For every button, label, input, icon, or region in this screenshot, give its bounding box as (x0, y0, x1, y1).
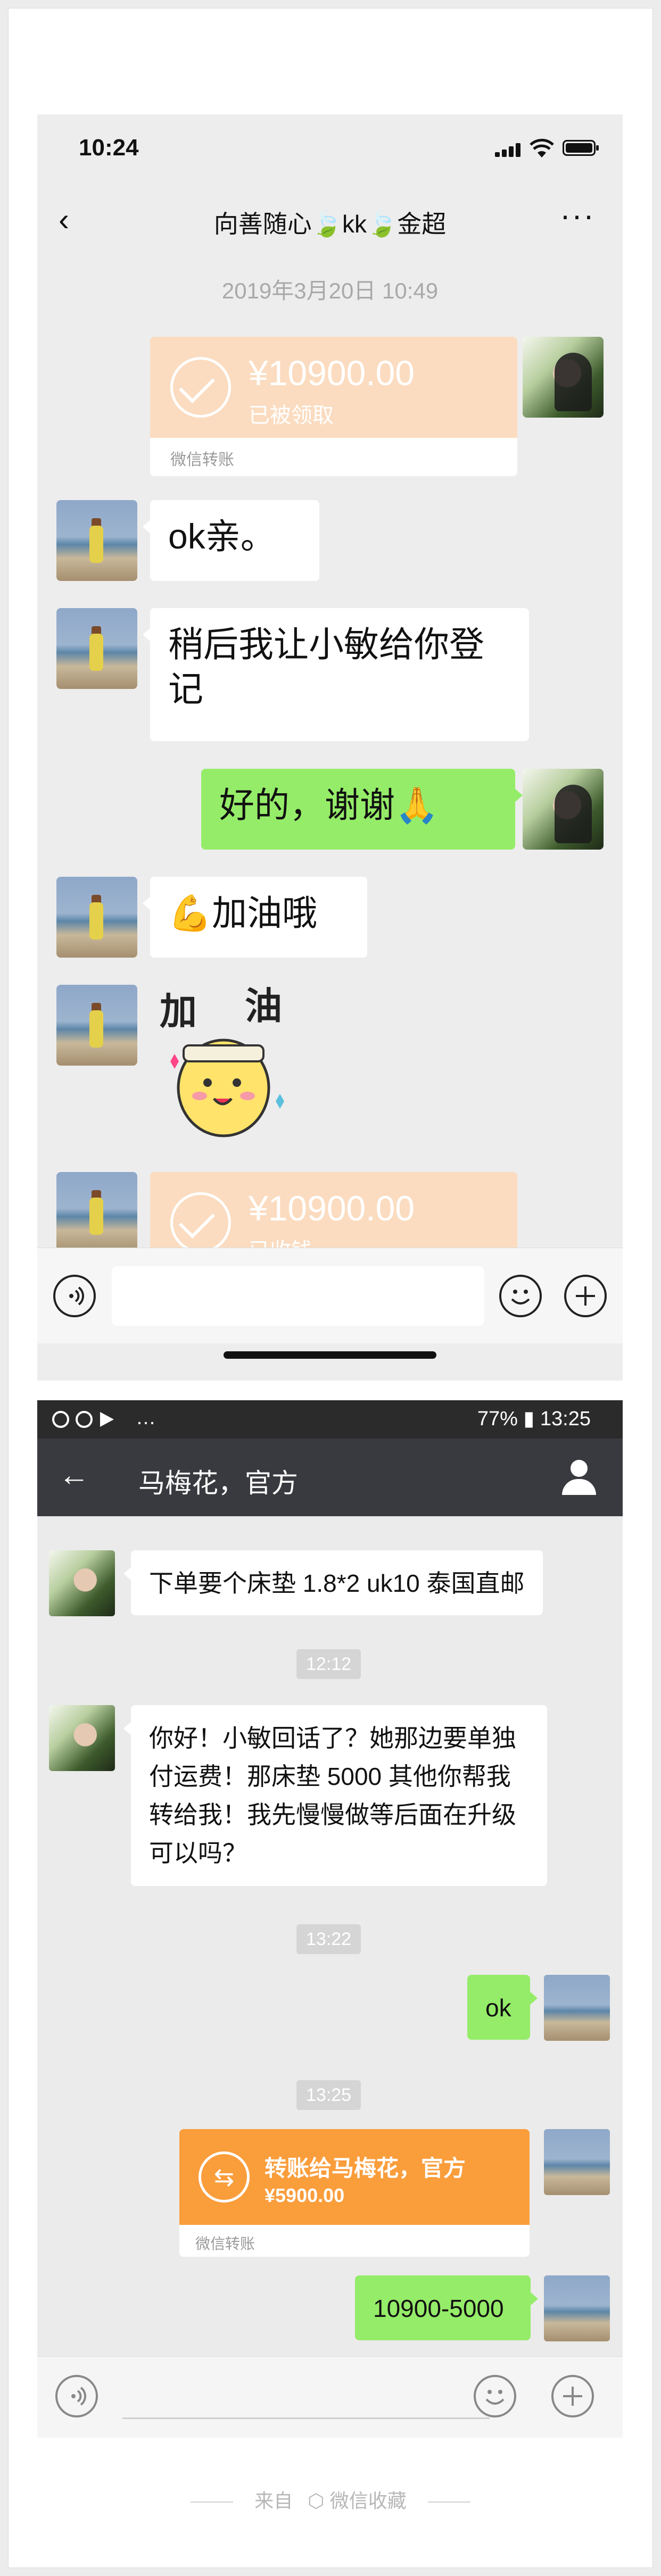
sticker-char: 油 (245, 984, 282, 1028)
avatar-contact[interactable] (56, 985, 137, 1066)
avatar-contact[interactable] (56, 608, 137, 689)
status-right: 77% ▮ 13:25 (477, 1408, 591, 1430)
time-label: 12:12 (296, 1649, 361, 1679)
timestamp: 2019年3月20日 10:49 (221, 278, 439, 303)
plus-icon[interactable] (551, 2375, 594, 2417)
source-app: 微信收藏 (329, 2490, 407, 2512)
sticker-char: 加 (160, 990, 197, 1033)
chat-header: ‹ 向善随心🍃kk🍃金超 ··· (37, 184, 623, 253)
voice-icon[interactable] (53, 1275, 96, 1317)
message-input[interactable] (112, 1266, 484, 1326)
transfer-footer: 微信转账 (195, 2236, 255, 2252)
chat-header: ← 马梅花，官方 (37, 1439, 623, 1516)
transfer-title: 转账给马梅花，官方 (265, 2156, 466, 2181)
message-bubble-self[interactable]: 好的，谢谢🙏 (201, 769, 523, 850)
user-profile-icon[interactable] (562, 1460, 596, 1495)
transfer-amount: ¥5900.00 (265, 2184, 345, 2206)
status-time: 10:24 (79, 135, 139, 161)
battery-icon (563, 140, 599, 156)
sticker-image[interactable]: 加 油 (154, 982, 298, 1141)
transfer-status: 已被领取 (249, 404, 334, 427)
wifi-icon (530, 138, 554, 157)
message-input[interactable] (122, 2417, 490, 2419)
avatar-self[interactable] (544, 1975, 610, 2041)
check-icon (170, 357, 231, 418)
transfer-amount: ¥10900.00 (249, 353, 415, 393)
transfer-card[interactable]: ⇆ 转账给马梅花，官方 ¥5900.00 微信转账 (179, 2129, 530, 2257)
signal-icon (495, 143, 522, 157)
message-bubble[interactable]: 你好！小敏回话了？她那边要单独付运费！那床垫 5000 其他你帮我转给我！我先慢… (123, 1705, 547, 1886)
favorites-icon: ⬡ (308, 2490, 325, 2512)
avatar-contact[interactable] (56, 500, 137, 581)
input-bar (37, 1248, 623, 1343)
chat-title: 向善随心🍃kk🍃金超 (213, 210, 447, 238)
time-label: 13:25 (296, 2080, 361, 2110)
transfer-amount: ¥10900.00 (249, 1189, 415, 1228)
avatar-self[interactable] (523, 769, 604, 850)
plus-icon[interactable] (564, 1275, 607, 1317)
emoji-icon[interactable] (499, 1275, 542, 1317)
avatar-contact[interactable] (56, 1172, 137, 1253)
input-bar (37, 2356, 623, 2438)
transfer-icon: ⇆ (199, 2151, 250, 2203)
chat-title: 马梅花，官方 (138, 1468, 298, 1498)
avatar-contact[interactable] (49, 1550, 115, 1616)
more-icon[interactable]: ··· (560, 200, 595, 231)
divider (427, 2502, 470, 2503)
transfer-card-sent[interactable]: ¥10900.00 已被领取 微信转账 (150, 337, 517, 476)
notification-icons (52, 1411, 114, 1428)
emoji-icon[interactable] (474, 2375, 516, 2417)
voice-icon[interactable] (55, 2375, 98, 2417)
message-bubble[interactable]: 💪加油哦 (143, 877, 367, 958)
divider (191, 2502, 234, 2503)
status-bar: 10:24 (37, 114, 623, 184)
avatar-self[interactable] (523, 337, 604, 418)
message-bubble-self[interactable]: ok (467, 1975, 538, 2040)
status-bar: … 77% ▮ 13:25 (37, 1400, 623, 1439)
avatar-contact[interactable] (49, 1705, 115, 1771)
source-footer: 来自 ⬡ 微信收藏 (0, 2486, 661, 2517)
status-more: … (136, 1407, 156, 1429)
avatar-self[interactable] (544, 2129, 610, 2195)
avatar-contact[interactable] (56, 877, 137, 958)
home-indicator[interactable] (224, 1351, 436, 1359)
check-icon (170, 1192, 231, 1253)
message-bubble[interactable]: ok亲。 (143, 500, 319, 581)
back-arrow-icon[interactable]: ← (59, 1460, 89, 1491)
android-chat-screenshot: … 77% ▮ 13:25 ← 马梅花，官方 下单要个床垫 1.8*2 uk10… (37, 1400, 623, 2438)
message-bubble-self[interactable]: 10900-5000 (355, 2275, 538, 2340)
message-bubble[interactable]: 稍后我让小敏给你登记 (143, 608, 529, 741)
time-label: 13:22 (296, 1924, 361, 1954)
ios-chat-screenshot: 10:24 ‹ 向善随心🍃kk🍃金超 ··· 2019年3月20日 10:49 … (37, 114, 623, 1381)
avatar-self[interactable] (544, 2275, 610, 2341)
transfer-footer: 微信转账 (170, 451, 234, 469)
source-label: 来自 (254, 2490, 293, 2512)
message-bubble[interactable]: 下单要个床垫 1.8*2 uk10 泰国直邮 (123, 1550, 543, 1615)
